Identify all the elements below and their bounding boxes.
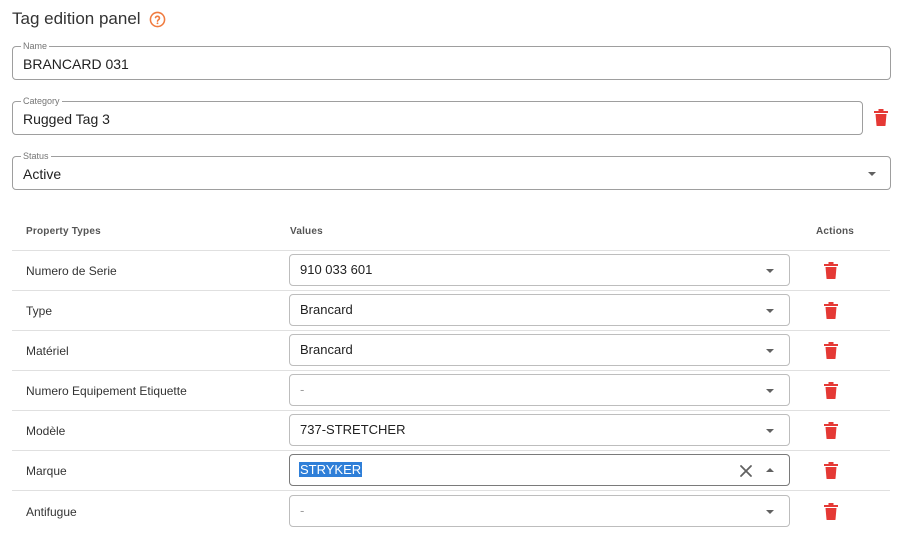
table-divider [12, 490, 890, 491]
delete-row-icon[interactable] [824, 503, 838, 520]
property-label: Numero de Serie [26, 264, 117, 278]
delete-row-icon[interactable] [824, 382, 838, 399]
property-value: 910 033 601 [300, 262, 373, 277]
property-value: Brancard [300, 302, 353, 317]
table-divider [12, 290, 890, 291]
property-value: 737-STRETCHER [300, 422, 406, 437]
chevron-down-icon[interactable] [766, 389, 774, 393]
delete-row-icon[interactable] [824, 422, 838, 439]
property-label: Modèle [26, 424, 66, 438]
property-value-select[interactable]: 737-STRETCHER [289, 414, 790, 446]
table-divider [12, 410, 890, 411]
chevron-down-icon [868, 172, 876, 176]
property-value: Brancard [300, 342, 353, 357]
clear-icon[interactable] [739, 464, 753, 478]
status-select-value: Active [23, 166, 62, 182]
name-field-label: Name [21, 41, 50, 51]
status-select-label: Status [21, 151, 51, 161]
page-title: Tag edition panel [12, 9, 141, 28]
header-actions: Actions [816, 226, 855, 237]
property-label: Numero Equipement Etiquette [26, 384, 187, 398]
property-label: Type [26, 304, 53, 318]
table-divider [12, 330, 890, 331]
help-circle-icon[interactable] [149, 11, 166, 28]
property-label: Antifugue [26, 505, 77, 519]
category-field-value: Rugged Tag 3 [23, 111, 110, 127]
property-value: - [300, 503, 305, 518]
chevron-down-icon[interactable] [766, 510, 774, 514]
property-value-select[interactable]: - [289, 374, 790, 406]
header-property-types: Property Types [26, 226, 101, 237]
property-value-input[interactable]: STRYKER [299, 462, 363, 477]
property-label: Matériel [26, 344, 69, 358]
chevron-down-icon[interactable] [766, 429, 774, 433]
property-value-select[interactable]: Brancard [289, 334, 790, 366]
status-select[interactable]: Status Active [12, 151, 891, 190]
chevron-up-icon[interactable] [766, 468, 774, 472]
property-value-select[interactable]: - [289, 495, 790, 527]
delete-row-icon[interactable] [824, 342, 838, 359]
property-value-select[interactable]: Brancard [289, 294, 790, 326]
chevron-down-icon[interactable] [766, 269, 774, 273]
delete-row-icon[interactable] [824, 462, 838, 479]
name-field[interactable]: Name BRANCARD 031 [12, 41, 891, 80]
property-label: Marque [26, 464, 67, 478]
delete-row-icon[interactable] [824, 262, 838, 279]
category-field[interactable]: Category Rugged Tag 3 [12, 96, 863, 135]
property-value: - [300, 382, 305, 397]
panel-header: Tag edition panel [12, 8, 166, 30]
table-divider [12, 450, 890, 451]
property-value-combobox[interactable]: STRYKER [289, 454, 790, 486]
delete-category-icon[interactable] [874, 109, 888, 126]
delete-row-icon[interactable] [824, 302, 838, 319]
property-value-select[interactable]: 910 033 601 [289, 254, 790, 286]
chevron-down-icon[interactable] [766, 349, 774, 353]
chevron-down-icon[interactable] [766, 309, 774, 313]
name-field-value: BRANCARD 031 [23, 56, 129, 72]
table-divider [12, 370, 890, 371]
category-field-label: Category [21, 96, 62, 106]
header-values: Values [290, 226, 323, 237]
table-divider [12, 250, 890, 251]
